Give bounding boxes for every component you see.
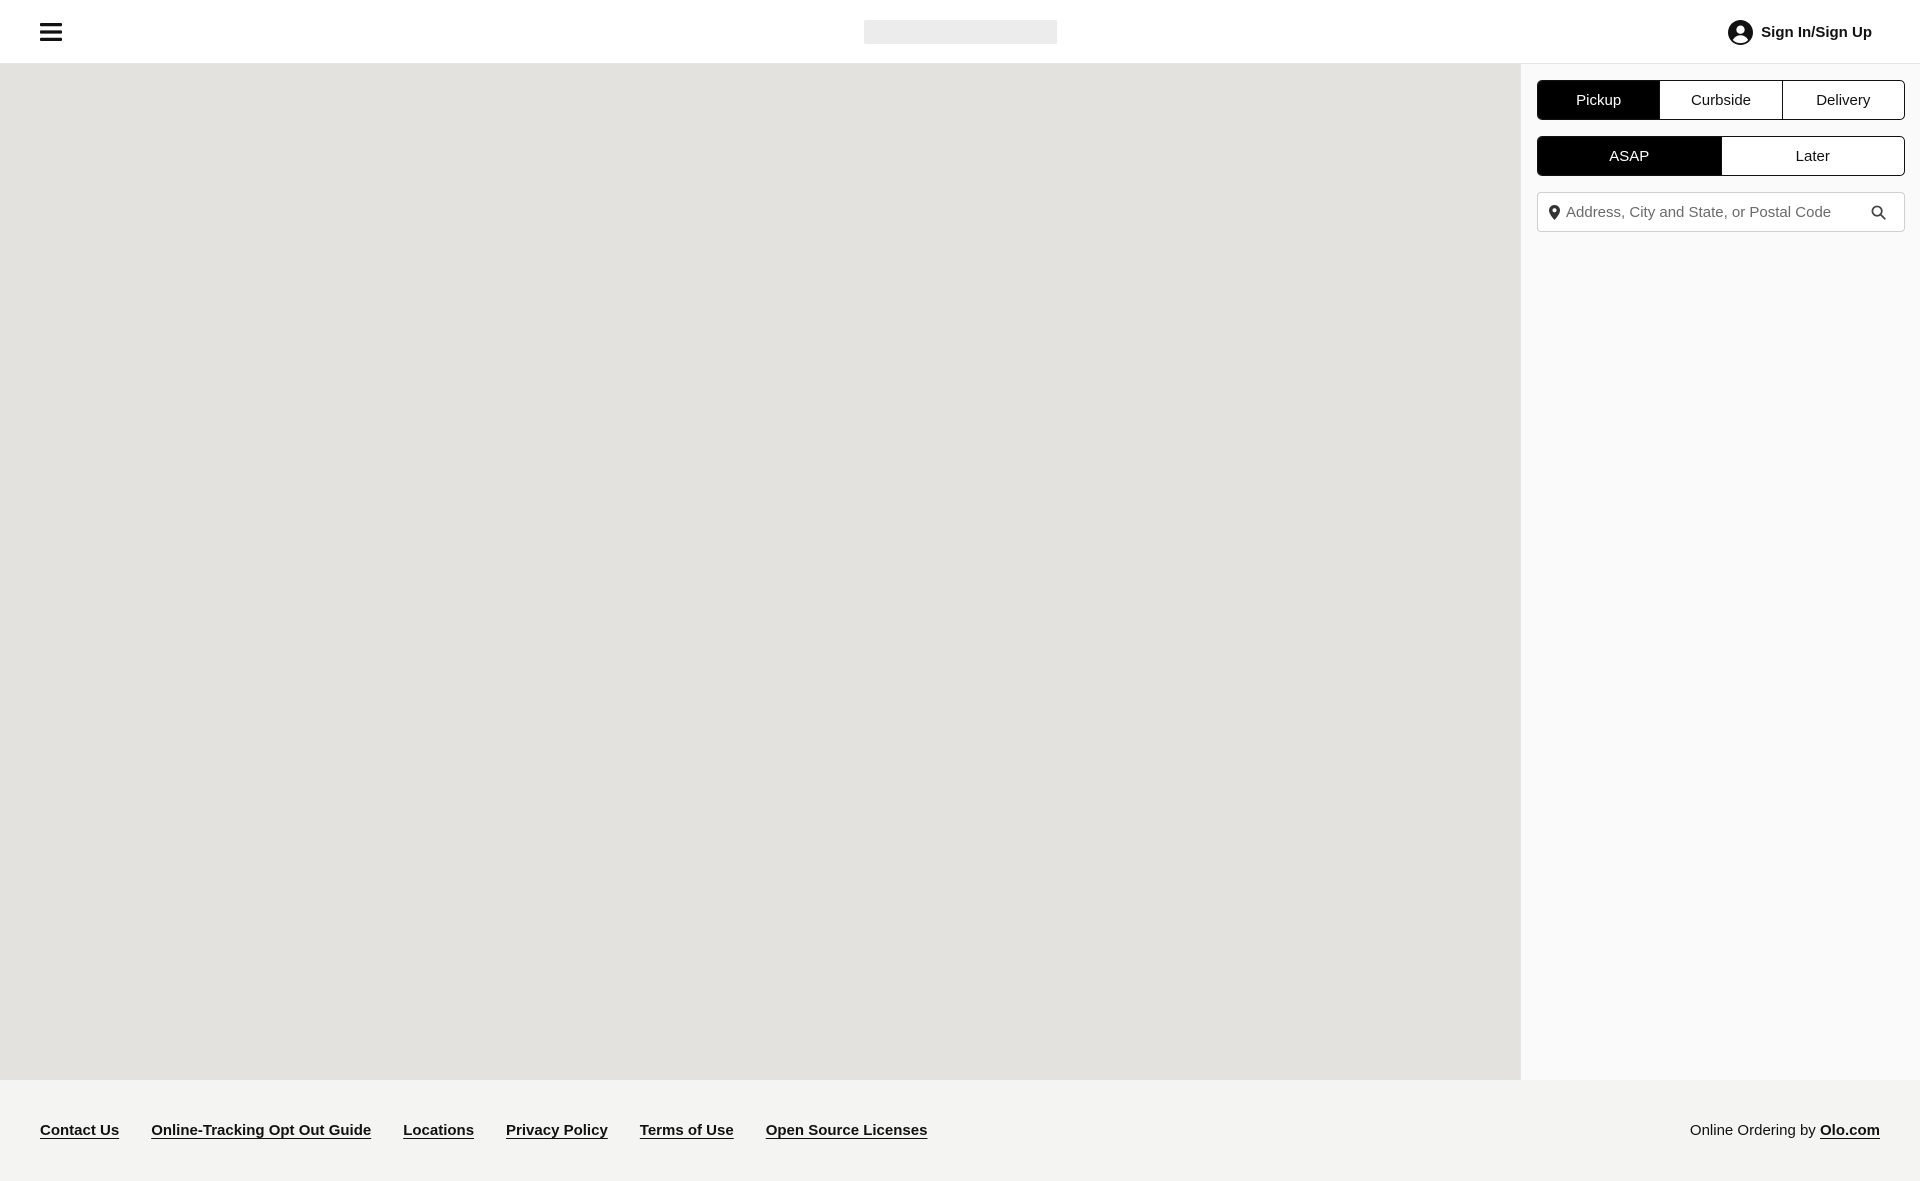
order-mode-delivery[interactable]: Delivery — [1781, 81, 1904, 119]
user-circle-icon — [1728, 19, 1754, 45]
search-button[interactable] — [1866, 200, 1890, 224]
order-mode-selector: Pickup Curbside Delivery — [1537, 80, 1905, 120]
brand-logo-placeholder[interactable] — [864, 20, 1057, 44]
hamburger-menu-button[interactable] — [36, 18, 66, 46]
footer-link-privacy-policy[interactable]: Privacy Policy — [506, 1122, 608, 1139]
hamburger-menu-icon — [40, 23, 62, 41]
address-search-box — [1537, 192, 1905, 232]
footer-link-tracking-opt-out[interactable]: Online-Tracking Opt Out Guide — [151, 1122, 371, 1139]
site-footer: Contact Us Online-Tracking Opt Out Guide… — [0, 1080, 1920, 1181]
credit-prefix: Online Ordering by — [1689, 1122, 1820, 1139]
order-time-selector: ASAP Later — [1537, 136, 1905, 176]
order-time-asap[interactable]: ASAP — [1538, 137, 1721, 175]
powered-by-credit: Online Ordering by Olo.com — [1690, 1122, 1880, 1139]
signin-label: Sign In/Sign Up — [1761, 23, 1872, 41]
map-area[interactable] — [0, 64, 1520, 1134]
footer-link-contact-us[interactable]: Contact Us — [40, 1122, 119, 1139]
footer-link-locations[interactable]: Locations — [403, 1122, 474, 1139]
footer-link-terms-of-use[interactable]: Terms of Use — [640, 1122, 734, 1139]
order-time-later[interactable]: Later — [1720, 137, 1905, 175]
magnifier-icon — [1871, 205, 1886, 220]
order-mode-pickup[interactable]: Pickup — [1538, 81, 1660, 119]
footer-link-open-source-licenses[interactable]: Open Source Licenses — [766, 1122, 928, 1139]
footer-links: Contact Us Online-Tracking Opt Out Guide… — [40, 1122, 927, 1139]
map-pin-icon — [1548, 204, 1560, 220]
address-search-input[interactable] — [1566, 203, 1866, 221]
location-search-panel: Pickup Curbside Delivery ASAP Later — [1520, 64, 1920, 1080]
site-header: Sign In/Sign Up — [0, 0, 1920, 64]
olo-link[interactable]: Olo.com — [1820, 1122, 1880, 1139]
order-mode-curbside[interactable]: Curbside — [1659, 81, 1781, 119]
signin-button[interactable]: Sign In/Sign Up — [1728, 18, 1872, 46]
